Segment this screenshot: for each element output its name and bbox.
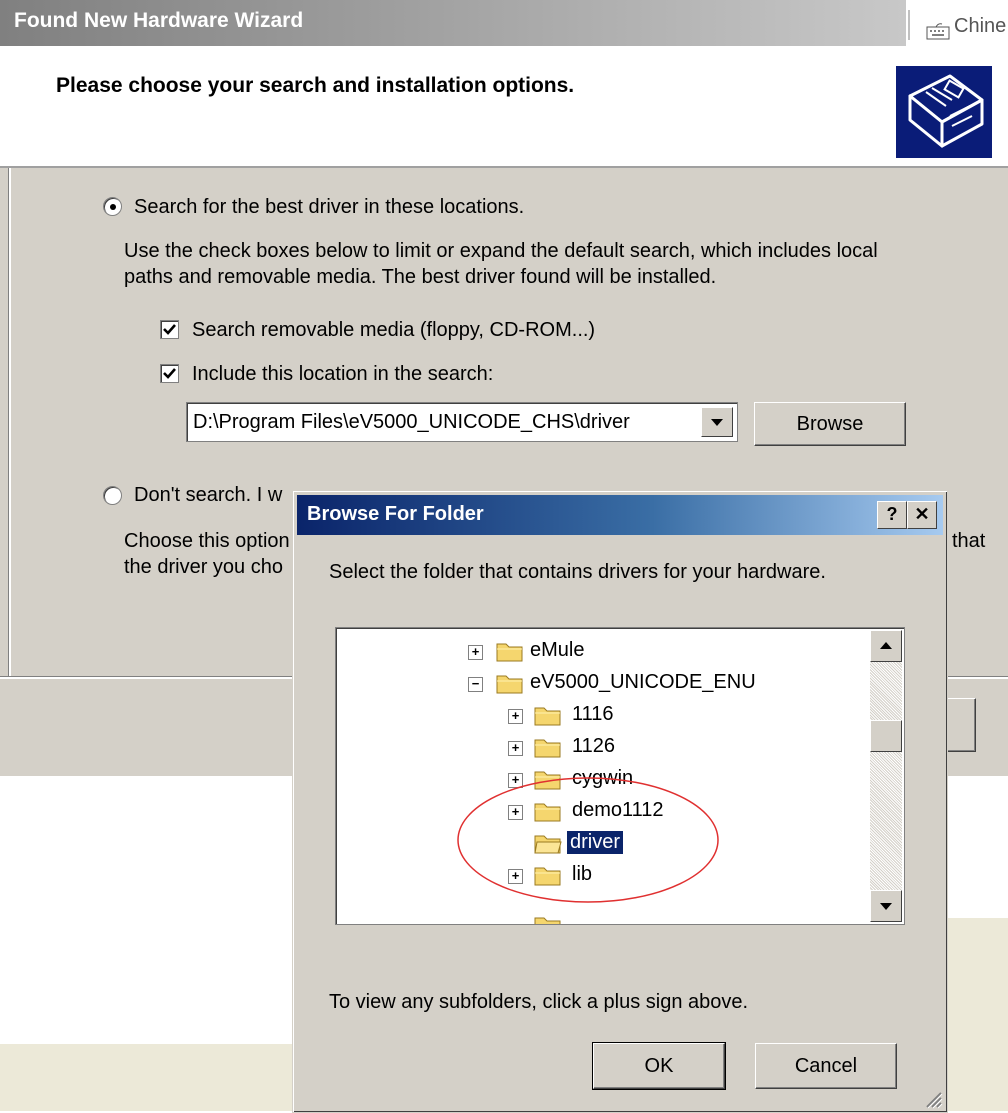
removable-media-label: Search removable media (floppy, CD-ROM..… (192, 319, 596, 341)
expand-plus-icon[interactable]: + (508, 741, 523, 756)
desktop-background-left (0, 1044, 300, 1111)
cancel-button[interactable]: Cancel (755, 1043, 897, 1089)
red-highlight-ellipse (457, 777, 719, 903)
browse-dialog-title: Browse For Folder (307, 503, 484, 525)
background-strip (0, 776, 300, 784)
open-folder-icon (496, 675, 523, 694)
cancel-button-label: Cancel (794, 1055, 858, 1077)
resize-grip-icon[interactable] (921, 1087, 943, 1109)
keyboard-icon (926, 23, 950, 40)
search-description-line-2: paths and removable media. The best driv… (124, 266, 717, 288)
wizard-title: Found New Hardware Wizard (14, 9, 304, 32)
folder-icon (534, 739, 561, 758)
browse-button-label: Browse (796, 413, 864, 435)
help-button[interactable]: ? (877, 501, 907, 529)
location-combobox[interactable]: D:\Program Files\eV5000_UNICODE_CHS\driv… (186, 402, 738, 442)
chevron-down-icon (711, 419, 723, 426)
tree-item-label: eMule (530, 639, 585, 661)
search-option-label: Search for the best driver in these loca… (134, 196, 525, 218)
ok-button[interactable]: OK (593, 1043, 725, 1089)
scroll-thumb[interactable] (870, 720, 902, 752)
tree-item-ev5000-unicode-enu[interactable]: − eV5000_UNICODE_ENU (336, 668, 866, 700)
dont-search-description-line-2: the driver you cho (124, 556, 283, 578)
dont-search-option-radio[interactable] (103, 486, 122, 505)
include-location-checkbox[interactable] (160, 364, 179, 383)
collapse-minus-icon[interactable]: − (468, 677, 483, 692)
search-description-line-1: Use the check boxes below to limit or ex… (124, 240, 878, 262)
dont-search-description-line-1: Choose this option (124, 530, 290, 552)
chevron-down-icon (880, 903, 892, 910)
expand-plus-icon[interactable]: + (468, 645, 483, 660)
include-location-label: Include this location in the search: (192, 363, 494, 385)
dont-search-description-tail: that (952, 530, 986, 552)
folder-icon (534, 707, 561, 726)
location-combobox-value: D:\Program Files\eV5000_UNICODE_CHS\driv… (193, 411, 630, 433)
subfolder-hint: To view any subfolders, click a plus sig… (329, 991, 749, 1013)
hardware-icon (896, 66, 992, 158)
desktop-background (940, 918, 1008, 1111)
browse-button[interactable]: Browse (754, 402, 906, 446)
scroll-up-button[interactable] (870, 630, 902, 662)
ime-language-label: Chine (954, 15, 1007, 37)
tree-item-emule[interactable]: + eMule (336, 636, 866, 668)
tree-scrollbar[interactable] (870, 630, 902, 922)
close-button[interactable]: ✕ (907, 501, 937, 529)
dont-search-option-label: Don't search. I w (134, 484, 283, 506)
tree-item-1126[interactable]: + 1126 (336, 732, 866, 764)
radio-selected-dot (110, 204, 116, 210)
ok-button-label: OK (644, 1055, 674, 1077)
browse-dialog-description: Select the folder that contains drivers … (329, 561, 826, 583)
removable-media-checkbox[interactable] (160, 320, 179, 339)
wizard-heading: Please choose your search and installati… (56, 74, 575, 97)
scroll-down-button[interactable] (870, 890, 902, 922)
tree-item-label: 1126 (572, 735, 616, 757)
ime-separator (908, 10, 911, 40)
wizard-header (0, 46, 1008, 168)
browse-dialog-title-bar[interactable]: Browse For Folder ? ✕ (297, 495, 943, 535)
search-option-radio[interactable] (103, 197, 122, 216)
tree-item-1116[interactable]: + 1116 (336, 700, 866, 732)
check-mark-icon (163, 324, 176, 335)
combobox-dropdown-button[interactable] (701, 407, 733, 437)
folder-icon (534, 917, 561, 924)
expand-plus-icon[interactable]: + (508, 709, 523, 724)
help-icon: ? (886, 504, 898, 524)
chevron-up-icon (880, 642, 892, 649)
check-mark-icon (163, 368, 176, 379)
tree-item-label: eV5000_UNICODE_ENU (530, 671, 756, 693)
close-icon: ✕ (914, 504, 930, 524)
wizard-title-bar[interactable]: Found New Hardware Wizard (0, 0, 906, 46)
tree-item-label: 1116 (572, 703, 614, 725)
folder-icon (496, 643, 523, 662)
